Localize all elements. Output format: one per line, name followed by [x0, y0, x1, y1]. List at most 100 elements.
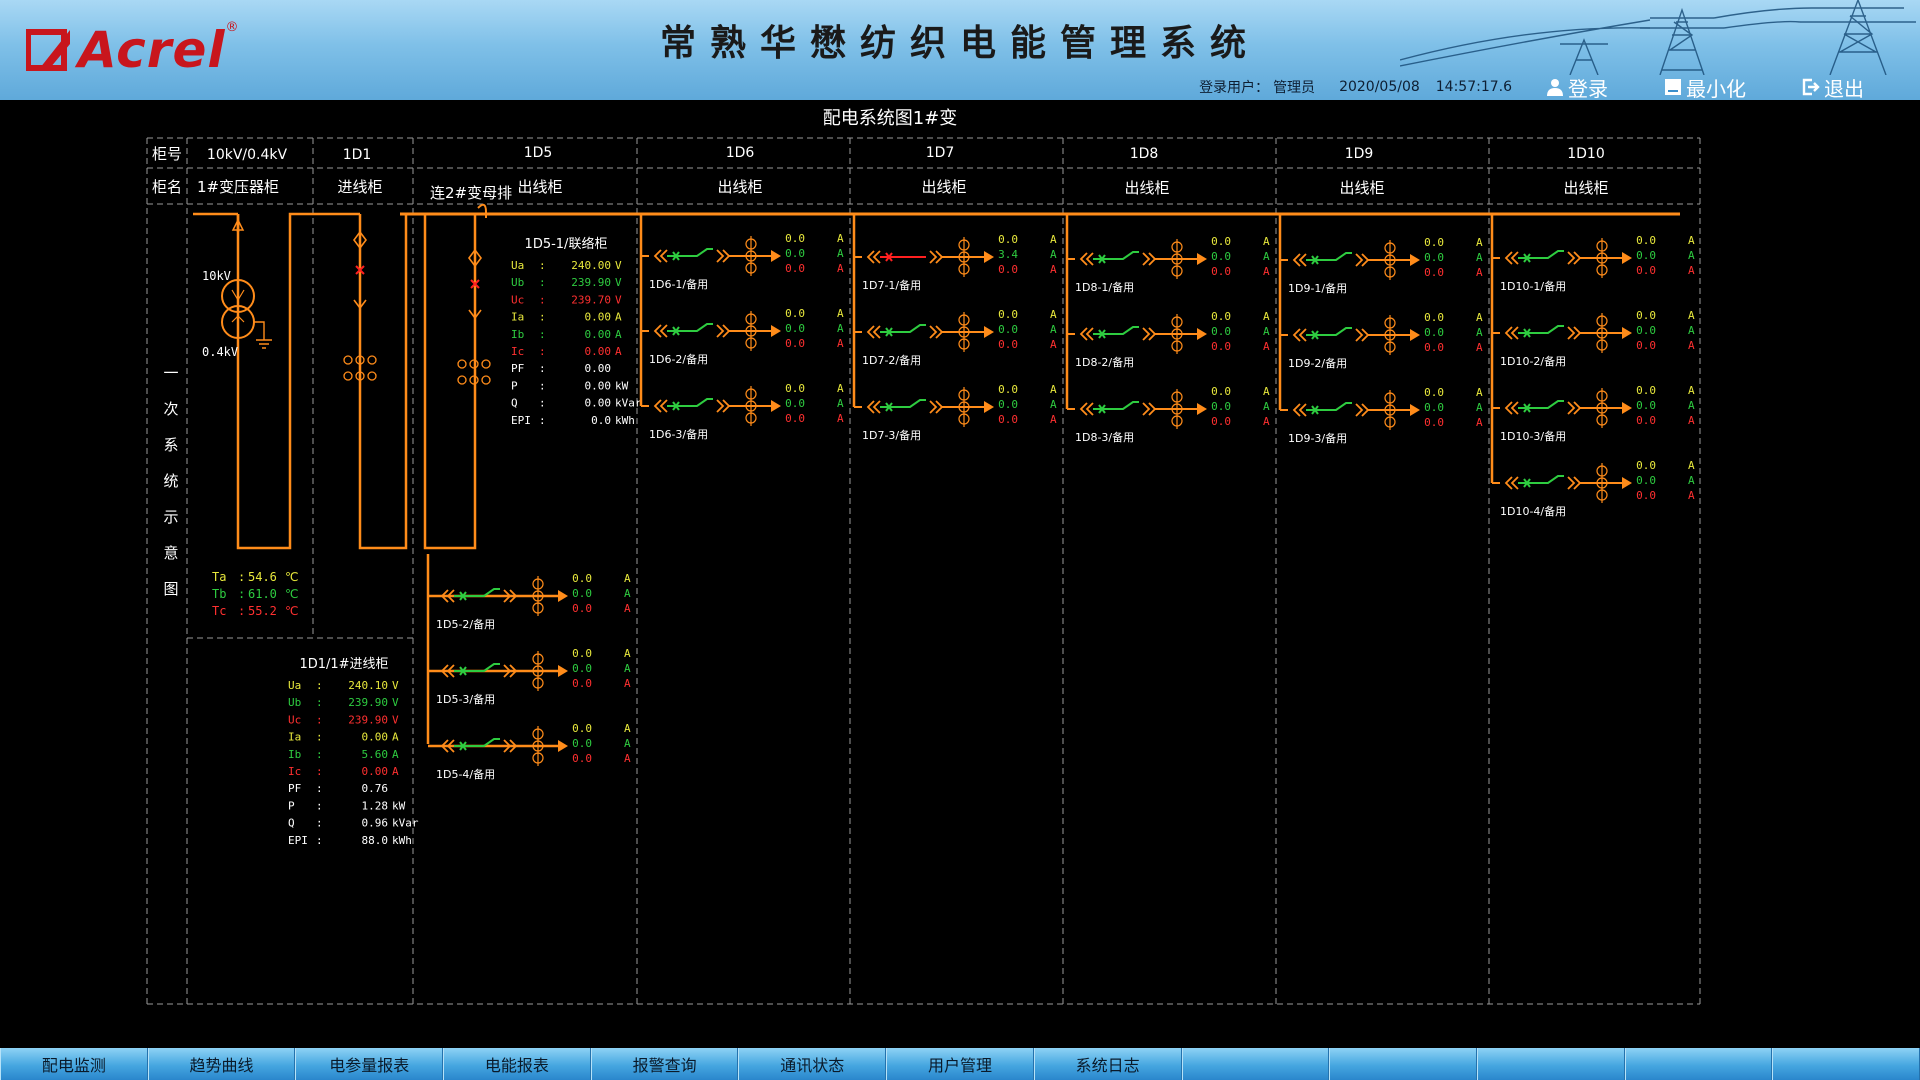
incoming-measurements: Ua:240.10 VUb:239.90 VUc:239.90 VIa:0.00 AIb… [288, 679, 419, 847]
feeder-1D6-3[interactable]: 0.0 A 0.0 A 0.0 A 1D6-3/备用 [641, 382, 844, 441]
feeder-group: 0.0 A 0.0 A 0.0 A 1D8-1/备用 0.0 A 0.0 A 0.0 A 1D8-2/备用… [1065, 214, 1270, 444]
feeder-unit: A [1688, 474, 1695, 487]
temp-value: 61.0 [248, 587, 277, 601]
feeder-current-c: 0.0 [1636, 414, 1656, 427]
feeder-1D8-1[interactable]: 0.0 A 0.0 A 0.0 A 1D8-1/备用 [1067, 235, 1270, 294]
feeder-1D6-2[interactable]: 0.0 A 0.0 A 0.0 A 1D6-2/备用 [641, 307, 844, 366]
nav-tab-0[interactable]: 配电监测 [0, 1048, 148, 1080]
measure-colon: : [316, 713, 323, 726]
measure-unit: A [392, 765, 399, 778]
feeder-name: 1D6-2/备用 [649, 352, 708, 366]
nav-tab-5[interactable]: 通讯状态 [738, 1048, 887, 1080]
feeder-unit: A [624, 647, 631, 660]
feeder-current-a: 0.0 [1424, 236, 1444, 249]
nav-tab-3[interactable]: 电能报表 [443, 1048, 591, 1080]
nav-tab-7[interactable]: 系统日志 [1033, 1048, 1182, 1080]
cabinet-grid [146, 137, 1701, 1005]
feeder-current-b: 0.0 [785, 322, 805, 335]
feeder-unit: A [624, 572, 631, 585]
measure-colon: : [316, 799, 323, 812]
feeder-current-c: 0.0 [1211, 265, 1231, 278]
temp-colon: : [238, 604, 245, 618]
feeder-1D7-2[interactable]: 0.0 A 0.0 A 0.0 A 1D7-2/备用 [854, 308, 1057, 367]
feeder-1D10-1[interactable]: 0.0 A 0.0 A 0.0 A 1D10-1/备用 [1492, 234, 1695, 293]
logout-button[interactable]: 退出 [1802, 73, 1880, 100]
feeder-unit: A [624, 662, 631, 675]
temp-colon: : [238, 570, 245, 584]
minimize-button[interactable]: 最小化 [1664, 73, 1762, 100]
nav-tab-empty[interactable] [1772, 1048, 1920, 1080]
measure-colon: : [539, 311, 546, 324]
feeder-unit: A [1050, 248, 1057, 261]
measure-label: Ua [288, 679, 301, 692]
measure-colon: : [316, 748, 323, 761]
nav-tab-empty[interactable] [1624, 1048, 1773, 1080]
col-4-no: 1D7 [926, 145, 955, 161]
feeder-unit: A [624, 587, 631, 600]
feeder-unit: A [1688, 399, 1695, 412]
feeder-current-a: 0.0 [998, 233, 1018, 246]
feeder-1D10-2[interactable]: 0.0 A 0.0 A 0.0 A 1D10-2/备用 [1492, 309, 1695, 368]
nav-tab-4[interactable]: 报警查询 [590, 1048, 739, 1080]
feeder-current-b: 0.0 [1636, 399, 1656, 412]
feeder-1D5-3[interactable]: 0.0 A 0.0 A 0.0 A 1D5-3/备用 [428, 647, 631, 706]
nav-tab-1[interactable]: 趋势曲线 [147, 1048, 296, 1080]
side-label-char: 统 [163, 472, 178, 490]
col-7-name: 出线柜 [1563, 179, 1608, 197]
feeder-current-b: 0.0 [1636, 324, 1656, 337]
col-5-no: 1D8 [1130, 146, 1159, 162]
feeder-unit: A [1050, 308, 1057, 321]
measure-value: 240.10 [348, 679, 388, 692]
feeder-1D6-1[interactable]: 0.0 A 0.0 A 0.0 A 1D6-1/备用 [641, 232, 844, 291]
feeder-unit: A [624, 722, 631, 735]
login-button[interactable]: 登录 [1546, 73, 1624, 100]
feeder-unit: A [837, 337, 844, 350]
feeder-unit: A [1688, 309, 1695, 322]
feeder-name: 1D8-2/备用 [1075, 355, 1134, 369]
measure-colon: : [539, 328, 546, 341]
feeder-unit: A [1263, 235, 1270, 248]
feeder-1D9-2[interactable]: 0.0 A 0.0 A 0.0 A 1D9-2/备用 [1280, 311, 1483, 370]
nav-tab-empty[interactable] [1329, 1048, 1477, 1080]
measure-colon: : [539, 414, 546, 427]
transformer-symbol [221, 218, 272, 349]
feeder-current-a: 0.0 [1424, 311, 1444, 324]
feeder-name: 1D6-1/备用 [649, 277, 708, 291]
nav-tab-empty[interactable] [1476, 1048, 1625, 1080]
feeder-name: 1D10-3/备用 [1500, 429, 1566, 443]
measure-colon: : [316, 834, 323, 847]
feeder-1D10-3[interactable]: 0.0 A 0.0 A 0.0 A 1D10-3/备用 [1492, 384, 1695, 443]
feeder-current-a: 0.0 [1211, 385, 1231, 398]
feeder-1D5-2[interactable]: 0.0 A 0.0 A 0.0 A 1D5-2/备用 [428, 572, 631, 631]
measure-colon: : [316, 696, 323, 709]
feeder-name: 1D5-3/备用 [436, 692, 495, 706]
measure-colon: : [316, 782, 323, 795]
feeder-unit: A [624, 737, 631, 750]
feeder-unit: A [1688, 339, 1695, 352]
feeder-unit: A [1688, 489, 1695, 502]
nav-tab-2[interactable]: 电参量报表 [295, 1048, 444, 1080]
measure-value: 0.0 [591, 414, 611, 427]
measure-value: 0.76 [362, 782, 389, 795]
feeder-1D7-3[interactable]: 0.0 A 0.0 A 0.0 A 1D7-3/备用 [854, 383, 1057, 442]
measure-unit: A [615, 311, 622, 324]
feeder-unit: A [1476, 311, 1483, 324]
nav-tab-6[interactable]: 用户管理 [886, 1048, 1034, 1080]
feeder-1D8-2[interactable]: 0.0 A 0.0 A 0.0 A 1D8-2/备用 [1067, 310, 1270, 369]
feeder-unit: A [1688, 234, 1695, 247]
feeder-1D8-3[interactable]: 0.0 A 0.0 A 0.0 A 1D8-3/备用 [1067, 385, 1270, 444]
feeder-1D7-1[interactable]: 0.0 A 3.4 A 0.0 A 1D7-1/备用 [854, 233, 1057, 292]
nav-tab-empty[interactable] [1181, 1048, 1330, 1080]
feeder-unit: A [1476, 266, 1483, 279]
feeder-name: 1D8-3/备用 [1075, 430, 1134, 444]
feeder-name: 1D7-2/备用 [862, 353, 921, 367]
measure-value: 0.00 [585, 311, 612, 324]
feeder-1D9-3[interactable]: 0.0 A 0.0 A 0.0 A 1D9-3/备用 [1280, 386, 1483, 445]
feeder-unit: A [1263, 415, 1270, 428]
feeder-unit: A [837, 382, 844, 395]
temp-label: Ta [212, 570, 226, 584]
feeder-1D5-4[interactable]: 0.0 A 0.0 A 0.0 A 1D5-4/备用 [428, 722, 631, 781]
temp-label: Tc [212, 604, 226, 618]
feeder-1D10-4[interactable]: 0.0 A 0.0 A 0.0 A 1D10-4/备用 [1492, 459, 1695, 518]
feeder-1D9-1[interactable]: 0.0 A 0.0 A 0.0 A 1D9-1/备用 [1280, 236, 1483, 295]
